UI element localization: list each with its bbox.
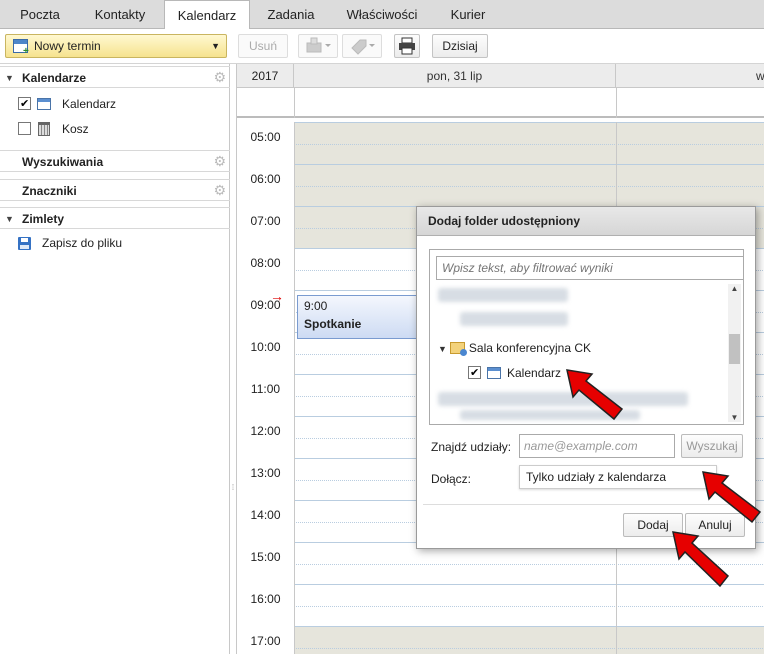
hour-row[interactable]: 06:00: [237, 164, 764, 206]
hour-label: 10:00: [250, 340, 281, 354]
find-shares-label: Znajdź udziały:: [431, 440, 512, 454]
new-appointment-label: Nowy termin: [34, 39, 101, 53]
tree-folder-label: Sala konferencyjna CK: [468, 341, 591, 355]
gear-icon[interactable]: ⚙: [213, 154, 226, 168]
tab-briefcase[interactable]: Kurier: [440, 0, 496, 29]
calendars-header[interactable]: ▼ Kalendarze ⚙: [0, 66, 230, 88]
app-tab-bar: Poczta Kontakty Kalendarz Zadania Właści…: [0, 0, 764, 30]
hour-row[interactable]: 05:00: [237, 122, 764, 164]
tab-mail[interactable]: Poczta: [8, 0, 72, 29]
annotation-arrow-icon: [566, 369, 624, 421]
calendar-header: 2017 pon, 31 lip w: [237, 64, 764, 88]
all-day-row[interactable]: [237, 88, 764, 118]
scroll-down-icon[interactable]: ▼: [728, 413, 741, 422]
filter-input[interactable]: [436, 256, 744, 280]
printer-icon: [399, 37, 415, 55]
tag-icon: [351, 39, 375, 55]
tags-header-label: Znaczniki: [22, 184, 77, 198]
find-shares-input[interactable]: name@example.com: [519, 434, 675, 458]
calendar-icon: [37, 98, 51, 110]
event-time: 9:00: [304, 299, 328, 313]
tab-calendar[interactable]: Kalendarz: [164, 0, 250, 30]
sidebar-resize-handle[interactable]: ⁞: [230, 484, 236, 500]
hour-label: 14:00: [250, 508, 281, 522]
trash-icon: [38, 122, 50, 136]
hour-label: 13:00: [250, 466, 281, 480]
trash-item-label: Kosz: [62, 122, 89, 136]
hour-label: 11:00: [250, 382, 281, 396]
zimlets-header-label: Zimlety: [22, 212, 65, 226]
tags-header[interactable]: Znaczniki ⚙: [0, 179, 230, 201]
searches-header[interactable]: Wyszukiwania ⚙: [0, 150, 230, 172]
zimlet-save-to-file[interactable]: Zapisz do pliku: [18, 233, 218, 253]
hour-label: 08:00: [250, 256, 281, 270]
zimlet-item-label: Zapisz do pliku: [42, 236, 123, 250]
tag-button[interactable]: [342, 34, 382, 58]
include-label: Dołącz:: [431, 472, 472, 486]
tree-folder-row[interactable]: ▼ Sala konferencyjna CK: [438, 338, 591, 358]
new-appointment-button[interactable]: + Nowy termin ▼: [5, 34, 227, 58]
search-button[interactable]: Wyszukaj: [681, 434, 743, 458]
hour-row[interactable]: 16:00: [237, 584, 764, 626]
move-button[interactable]: [298, 34, 338, 58]
scroll-up-icon[interactable]: ▲: [728, 284, 741, 293]
annotation-arrow-icon: [702, 471, 762, 524]
calendars-header-label: Kalendarze: [22, 71, 87, 85]
floppy-disk-icon: [18, 237, 31, 250]
move-folder-icon: [306, 37, 331, 53]
appointment-event[interactable]: 9:00 Spotkanie: [297, 295, 417, 339]
tree-calendar-row[interactable]: Kalendarz: [468, 363, 561, 383]
hour-label: 12:00: [250, 424, 281, 438]
sidebar: ▼ Kalendarze ⚙ Kalendarz Kosz Wyszukiwan…: [0, 64, 230, 654]
include-select[interactable]: Tylko udziały z kalendarza: [519, 465, 717, 489]
gear-icon[interactable]: ⚙: [213, 183, 226, 197]
hour-label: 06:00: [250, 172, 281, 186]
hour-label: 17:00: [250, 634, 281, 648]
event-title: Spotkanie: [304, 317, 362, 331]
scroll-thumb[interactable]: [729, 334, 740, 364]
calendar-item-label: Kalendarz: [62, 97, 117, 111]
plus-icon: +: [23, 46, 29, 57]
hour-label: 16:00: [250, 592, 281, 606]
tree-calendar-label: Kalendarz: [507, 366, 562, 380]
tab-contacts[interactable]: Kontakty: [80, 0, 160, 29]
collapse-icon[interactable]: ▼: [5, 67, 14, 89]
hour-label: 15:00: [250, 550, 281, 564]
calendar-icon: [487, 367, 501, 379]
hour-label: 05:00: [250, 130, 281, 144]
annotation-arrow-icon: [672, 531, 730, 588]
today-button[interactable]: Dzisiaj: [432, 34, 488, 58]
delete-button[interactable]: Usuń: [238, 34, 288, 58]
day-header-monday[interactable]: pon, 31 lip: [294, 64, 616, 88]
calendar-item-kalendarz[interactable]: Kalendarz: [18, 94, 218, 114]
tree-calendar-checkbox[interactable]: [468, 363, 481, 383]
gear-icon[interactable]: ⚙: [213, 70, 226, 84]
toolbar: + Nowy termin ▼ Usuń Dzisiaj: [0, 29, 764, 64]
current-time-arrow-icon: →: [270, 288, 284, 304]
calendar-checkbox[interactable]: [18, 94, 31, 114]
print-button[interactable]: [394, 34, 420, 58]
searches-header-label: Wyszukiwania: [22, 155, 104, 169]
shared-folder-icon: [449, 342, 467, 356]
tab-preferences[interactable]: Właściwości: [334, 0, 430, 29]
tree-scrollbar[interactable]: ▲ ▼: [728, 284, 741, 422]
expand-triangle-icon[interactable]: ▼: [438, 339, 447, 359]
day-header-tuesday[interactable]: w: [616, 64, 764, 88]
year-label: 2017: [237, 64, 294, 88]
hour-label: 09:00: [250, 298, 281, 312]
calendar-item-trash[interactable]: Kosz: [18, 119, 218, 139]
dialog-title[interactable]: Dodaj folder udostępniony: [417, 207, 755, 236]
tab-tasks[interactable]: Zadania: [256, 0, 326, 29]
chevron-down-icon[interactable]: ▼: [211, 35, 220, 57]
trash-checkbox[interactable]: [18, 122, 31, 135]
zimlets-header[interactable]: ▼ Zimlety: [0, 207, 230, 229]
hour-row[interactable]: 17:00: [237, 626, 764, 654]
hour-label: 07:00: [250, 214, 281, 228]
collapse-icon[interactable]: ▼: [5, 208, 14, 230]
